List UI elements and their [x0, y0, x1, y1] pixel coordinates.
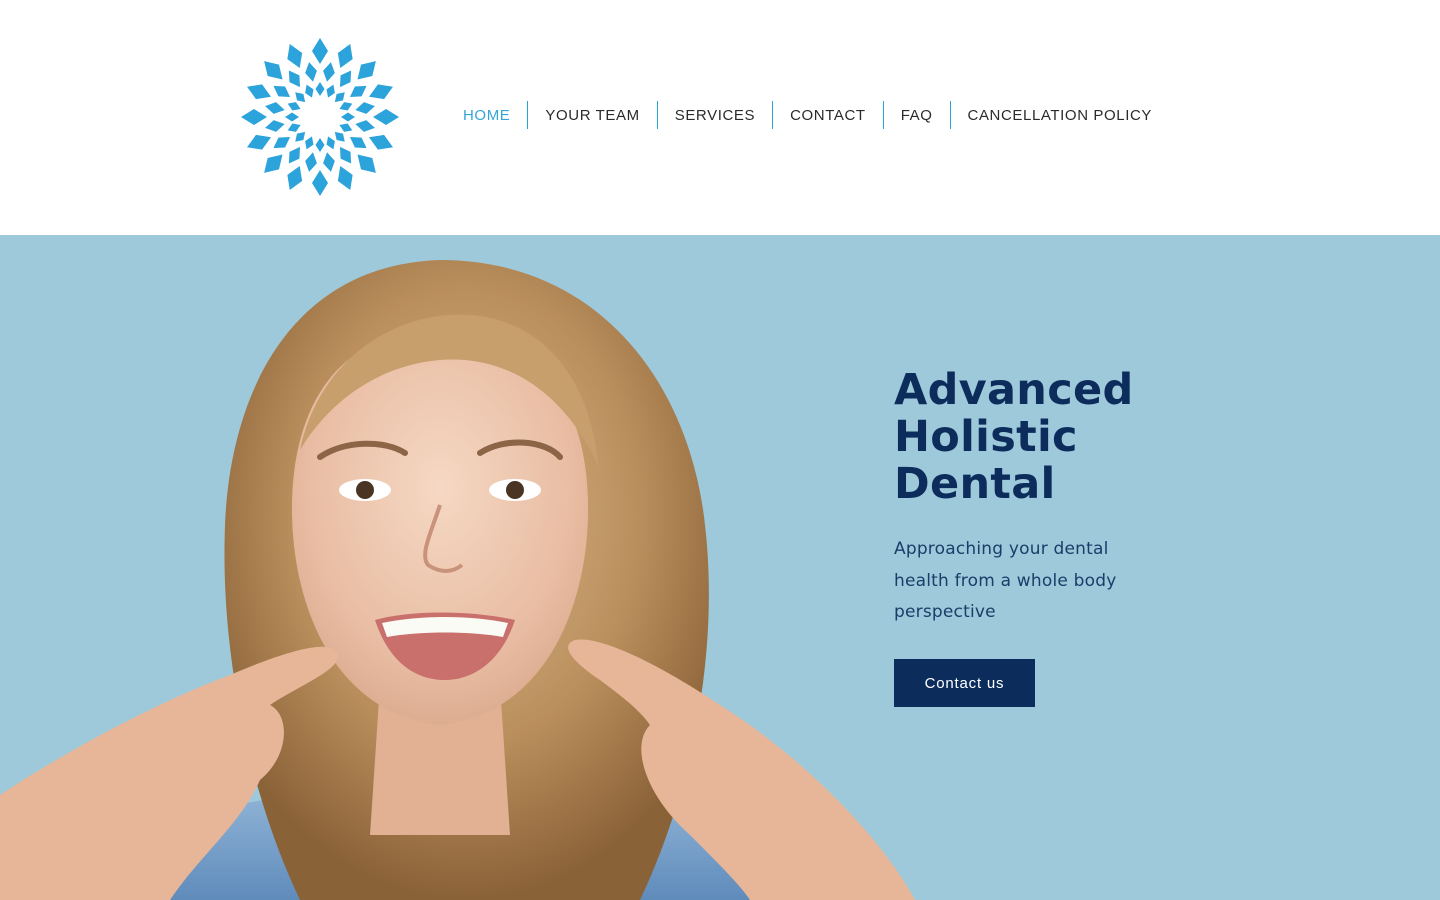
nav-home[interactable]: HOME [446, 101, 527, 129]
hero-title-line-2: Holistic [894, 412, 1078, 462]
smiling-woman-pointing-at-smile-photo [0, 260, 915, 900]
site-header: HOME YOUR TEAM SERVICES CONTACT FAQ CANC… [0, 0, 1440, 235]
hero-title: Advanced Holistic Dental [894, 367, 1214, 508]
hero-title-line-3: Dental [894, 459, 1056, 509]
hero-subtitle: Approaching your dental health from a wh… [894, 539, 1117, 622]
nav-your-team[interactable]: YOUR TEAM [527, 101, 656, 129]
main-nav: HOME YOUR TEAM SERVICES CONTACT FAQ CANC… [446, 101, 1169, 129]
nav-services[interactable]: SERVICES [656, 101, 772, 129]
hero-section: Advanced Holistic Dental Approaching you… [0, 235, 1440, 900]
starburst-logo-icon[interactable] [240, 37, 400, 197]
nav-cancellation-policy[interactable]: CANCELLATION POLICY [949, 101, 1170, 129]
hero-content: Advanced Holistic Dental Approaching you… [894, 367, 1214, 707]
nav-faq[interactable]: FAQ [882, 101, 950, 129]
contact-us-button[interactable]: Contact us [894, 659, 1035, 707]
hero-title-line-1: Advanced [894, 365, 1134, 415]
nav-contact[interactable]: CONTACT [772, 101, 883, 129]
